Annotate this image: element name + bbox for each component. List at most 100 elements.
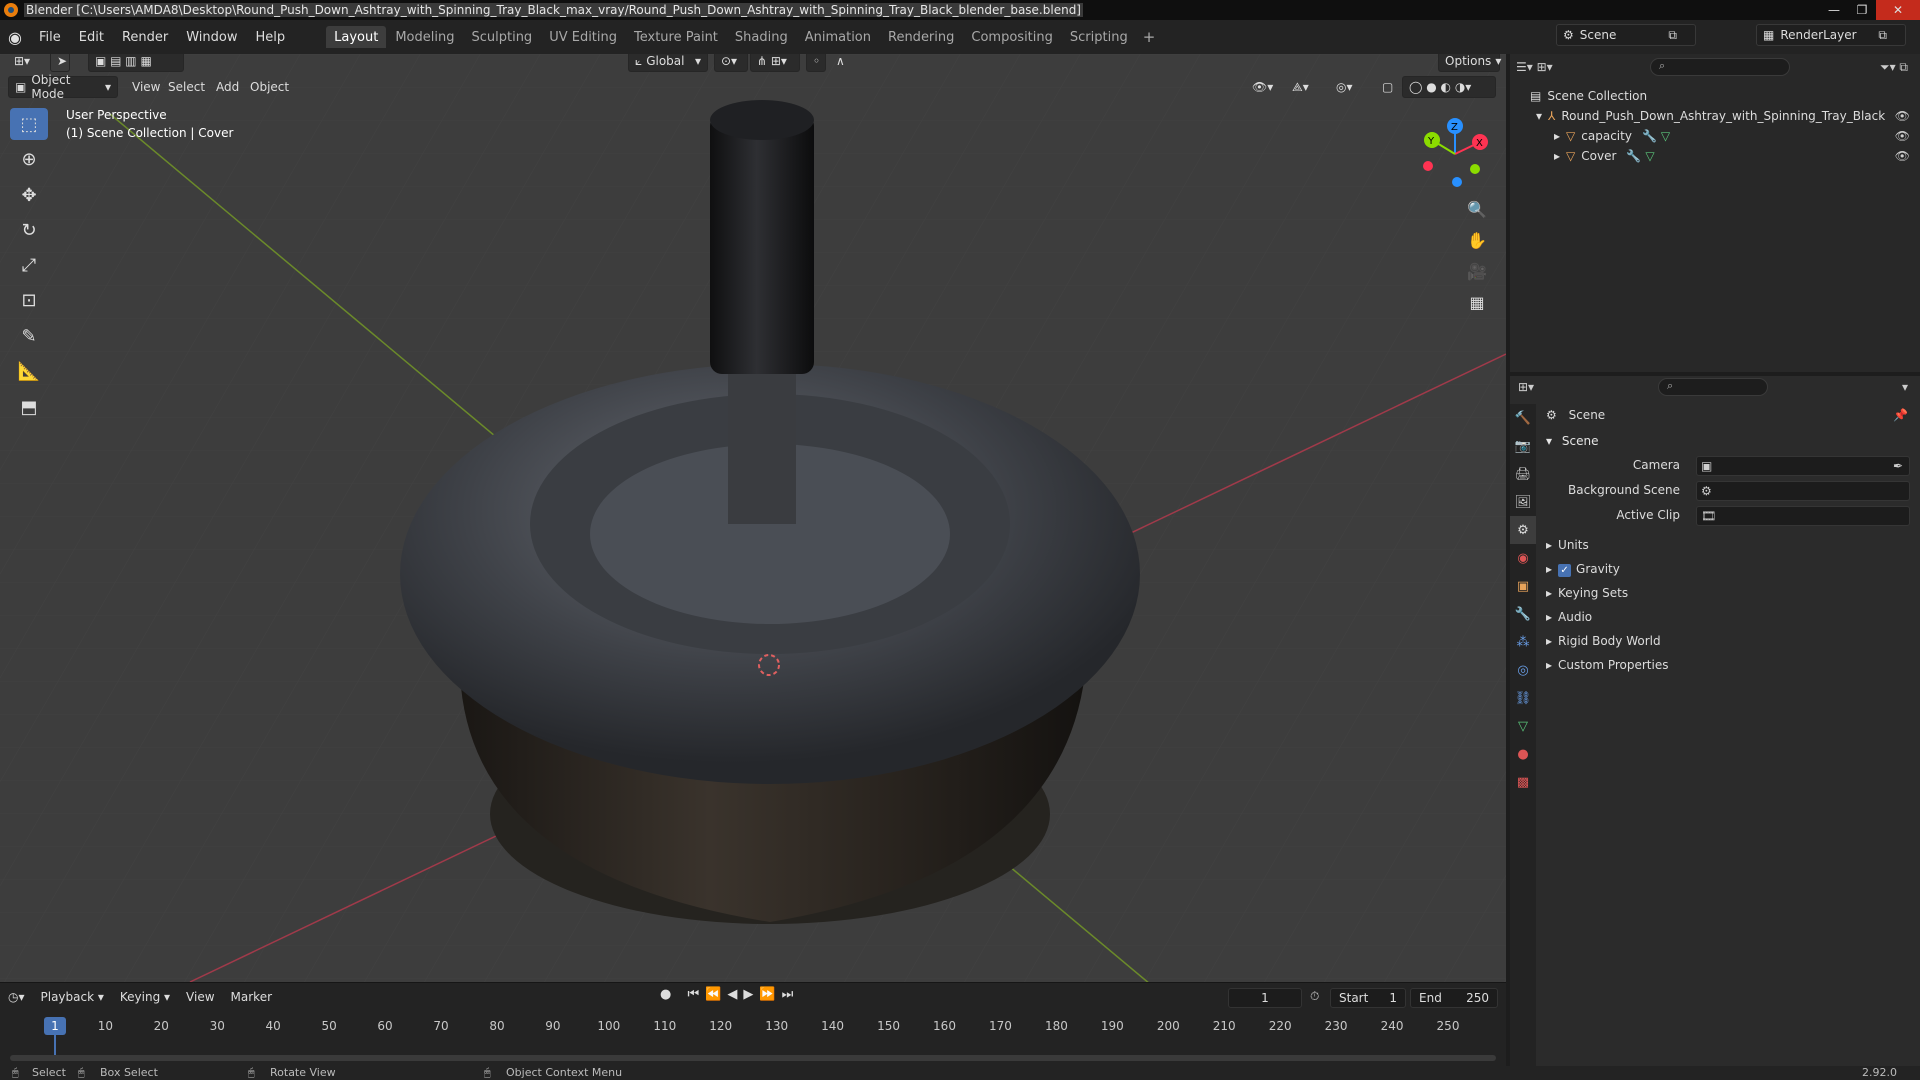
properties-options-icon[interactable]: ▾ — [1902, 380, 1908, 394]
physics-tab-icon[interactable]: ◎ — [1510, 656, 1536, 684]
camera-field[interactable]: ▣ ✒ — [1696, 456, 1910, 476]
tab-sculpting[interactable]: Sculpting — [463, 26, 540, 48]
gravity-checkbox[interactable]: ✓ — [1558, 564, 1572, 577]
record-icon[interactable]: ● — [660, 987, 677, 1002]
new-scene-icon[interactable]: ⧉ — [1668, 28, 1677, 43]
add-cube-tool-icon[interactable]: ⬒ — [10, 391, 48, 423]
panel-rigid-body-world[interactable]: ▸ Rigid Body World — [1546, 634, 1661, 648]
properties-search-input[interactable]: ⌕ — [1658, 378, 1768, 396]
gizmo-toggle-icon[interactable]: ⟁▾ — [1286, 76, 1322, 98]
tab-rendering[interactable]: Rendering — [880, 26, 962, 48]
gizmo-neg-y-icon[interactable] — [1470, 164, 1480, 174]
expand-arrow-icon[interactable]: ▸ — [1554, 129, 1560, 143]
eye-icon[interactable]: 👁 — [1895, 129, 1910, 143]
texture-tab-icon[interactable]: ▩ — [1510, 768, 1536, 796]
object-tab-icon[interactable]: ▣ — [1510, 572, 1536, 600]
active-clip-field[interactable]: 🎞 — [1696, 506, 1910, 526]
3d-viewport[interactable]: ⊞▾ ➤ ▣ ▤ ▥ ▦ ⟀ Global ▾ ⊙▾ ⋔ ⊞▾ ◦ ∧ Opti… — [0, 54, 1506, 982]
ortho-grid-icon[interactable]: ▦ — [1462, 287, 1492, 317]
select-tool-icon[interactable]: ➤ — [50, 54, 70, 72]
editor-type-icon[interactable]: ⊞▾ — [8, 54, 42, 72]
menu-help[interactable]: Help — [247, 20, 295, 54]
properties-editor-type-icon[interactable]: ⊞▾ — [1518, 380, 1534, 394]
constraints-tab-icon[interactable]: ⛓ — [1510, 684, 1536, 712]
end-frame-field[interactable]: End 250 — [1410, 988, 1498, 1008]
tab-layout[interactable]: Layout — [326, 26, 387, 48]
view-layer-tab-icon[interactable]: 🖼 — [1510, 488, 1536, 516]
start-frame-field[interactable]: Start 1 — [1330, 988, 1406, 1008]
eyedropper-icon[interactable]: ✒ — [1893, 459, 1903, 473]
panel-audio[interactable]: ▸ Audio — [1546, 610, 1592, 624]
transform-orientation-dropdown[interactable]: ⟀ Global ▾ — [628, 54, 708, 72]
next-key-icon[interactable]: ⏩ — [759, 987, 781, 1002]
shading-mode-icons[interactable]: ◯ ● ◐ ◑▾ — [1402, 76, 1496, 98]
background-scene-field[interactable]: ⚙ — [1696, 481, 1910, 501]
move-tool-icon[interactable]: ✥ — [10, 179, 48, 211]
viewport-menu-add[interactable]: Add — [210, 76, 245, 98]
scene-tab-icon[interactable]: ⚙ — [1510, 516, 1536, 544]
gizmo-neg-z-icon[interactable] — [1452, 177, 1462, 187]
scene-section-header[interactable]: ▾ Scene — [1546, 434, 1598, 448]
prev-key-icon[interactable]: ⏪ — [705, 987, 727, 1002]
outliner-scene-collection[interactable]: ▤ Scene Collection — [1510, 86, 1920, 106]
transform-tool-icon[interactable]: ⊡ — [10, 284, 48, 316]
eye-icon[interactable]: 👁 — [1895, 109, 1910, 123]
filter-icon[interactable]: ⏷▾ ⧉ — [1880, 60, 1908, 75]
navigation-gizmo[interactable]: Z X Y — [1410, 114, 1500, 194]
viewport-menu-view[interactable]: View — [126, 76, 166, 98]
world-tab-icon[interactable]: ◉ — [1510, 544, 1536, 572]
tab-uv-editing[interactable]: UV Editing — [541, 26, 625, 48]
current-frame-field[interactable]: 1 — [1228, 988, 1302, 1008]
viewport-menu-select[interactable]: Select — [162, 76, 211, 98]
menu-edit[interactable]: Edit — [70, 20, 113, 54]
jump-start-icon[interactable]: ⏮ — [687, 987, 705, 1002]
output-tab-icon[interactable]: 🖨 — [1510, 460, 1536, 488]
particles-tab-icon[interactable]: ⁂ — [1510, 628, 1536, 656]
gizmo-neg-x-icon[interactable] — [1423, 161, 1433, 171]
pan-hand-icon[interactable]: ✋ — [1462, 225, 1492, 255]
stopwatch-icon[interactable]: ⏱ — [1310, 989, 1319, 1004]
new-layer-icon[interactable]: ⧉ — [1878, 28, 1887, 43]
tab-modeling[interactable]: Modeling — [387, 26, 462, 48]
panel-gravity[interactable]: ▸ ✓ Gravity — [1546, 562, 1620, 577]
annotate-tool-icon[interactable]: ✎ — [10, 320, 48, 352]
snap-icon[interactable]: ⋔ ⊞▾ — [750, 54, 800, 72]
minimize-icon[interactable]: — — [1820, 0, 1848, 20]
panel-custom-properties[interactable]: ▸ Custom Properties — [1546, 658, 1668, 672]
data-tab-icon[interactable]: ▽ — [1510, 712, 1536, 740]
falloff-icon[interactable]: ∧ — [830, 54, 854, 72]
overlay-toggle-icon[interactable]: ◎▾ — [1330, 76, 1366, 98]
measure-tool-icon[interactable]: 📐 — [10, 355, 48, 387]
pin-icon[interactable]: 📌 — [1893, 408, 1908, 422]
scale-tool-icon[interactable]: ⤢ — [10, 249, 48, 281]
outliner-item-ashtray[interactable]: ▾ ⅄ Round_Push_Down_Ashtray_with_Spinnin… — [1510, 106, 1920, 126]
timeline-menu-keying[interactable]: Keying ▾ — [112, 990, 178, 1004]
tab-scripting[interactable]: Scripting — [1062, 26, 1136, 48]
timeline-menu-view[interactable]: View — [178, 990, 222, 1004]
outliner-item-cover[interactable]: ▸ ▽ Cover 🔧 ▽ 👁 — [1510, 146, 1920, 166]
playhead-frame[interactable]: 1 — [44, 1017, 66, 1035]
tab-texture-paint[interactable]: Texture Paint — [626, 26, 726, 48]
rotate-tool-icon[interactable]: ↻ — [10, 214, 48, 246]
menu-window[interactable]: Window — [177, 20, 246, 54]
panel-keying-sets[interactable]: ▸ Keying Sets — [1546, 586, 1628, 600]
jump-end-icon[interactable]: ⏭ — [782, 987, 800, 1002]
tool-tab-icon[interactable]: 🔨 — [1510, 404, 1536, 432]
close-icon[interactable]: ✕ — [1876, 0, 1920, 20]
panel-units[interactable]: ▸ Units — [1546, 538, 1589, 552]
select-box-tool-icon[interactable]: ⬚ — [10, 108, 48, 140]
xray-toggle-icon[interactable]: ▢ — [1376, 76, 1398, 98]
selection-mode-icons[interactable]: ▣ ▤ ▥ ▦ — [88, 54, 184, 72]
play-icon[interactable]: ▶ — [743, 987, 759, 1002]
eye-icon[interactable]: 👁 — [1895, 149, 1910, 163]
play-reverse-icon[interactable]: ◀ — [727, 987, 743, 1002]
outliner-item-capacity[interactable]: ▸ ▽ capacity 🔧 ▽ 👁 — [1510, 126, 1920, 146]
menu-file[interactable]: File — [30, 20, 70, 54]
expand-arrow-icon[interactable]: ▸ — [1554, 149, 1560, 163]
tab-compositing[interactable]: Compositing — [963, 26, 1061, 48]
zoom-icon[interactable]: 🔍 — [1462, 194, 1492, 224]
outliner-editor-type-icon[interactable]: ☰▾ ⊞▾ — [1516, 60, 1553, 74]
blender-menu-icon[interactable]: ◉ — [0, 28, 30, 47]
tab-shading[interactable]: Shading — [727, 26, 796, 48]
proportional-edit-icon[interactable]: ◦ — [806, 54, 826, 72]
